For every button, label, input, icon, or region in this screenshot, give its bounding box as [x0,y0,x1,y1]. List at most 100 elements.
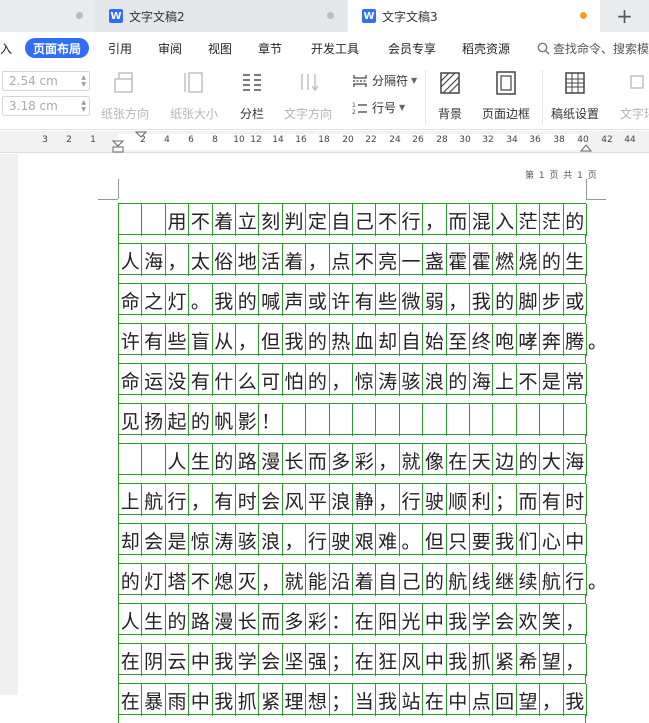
grid-cell: 会 [493,604,517,636]
grid-cell: 却 [119,524,143,556]
paper-size-button[interactable]: 纸张大小 [170,68,218,122]
grid-cell: 行 [166,484,190,516]
grid-margin-line [118,675,119,683]
grid-margin-line [585,595,586,603]
background-button[interactable]: 背景 [437,68,463,122]
grid-cell [517,404,541,436]
grid-cell: 而 [306,444,330,476]
grid-paper-settings-button[interactable]: 稿纸设置 [551,68,599,122]
grid-margin-line [585,475,586,483]
grid-cell: 咆 [493,324,517,356]
grid-cell: 边 [493,444,517,476]
grid-cell: 人 [119,604,143,636]
tab-close-dot[interactable] [76,12,83,19]
grid-cell: 静 [353,484,377,516]
grid-cell: 生 [142,604,166,636]
grid-cell: 影 [236,404,260,436]
breaks-button[interactable]: 分隔符 ▼ [352,72,417,89]
tab-document-2[interactable]: W 文字文稿2 [95,0,347,32]
tab-previous[interactable] [0,0,94,32]
grid-cell: 么 [236,364,260,396]
grid-cell: 或 [564,284,587,316]
ruler-number: 12 [250,135,262,145]
grid-cell: 着 [283,244,307,276]
menu-item-developer[interactable]: 开发工具 [311,38,359,58]
grid-margin-line [585,235,586,243]
ruler-number: 1 [90,135,96,145]
grid-cell: 时 [236,484,260,516]
horizontal-ruler[interactable]: 3 2 1 2 4 6 8 10 12 14 16 18 20 22 24 26 28 30 32 34 36 38 40 4… [0,131,649,153]
page-border-icon [496,71,516,95]
grid-cell: 风 [400,644,424,676]
grid-cell: 有 [189,364,213,396]
menu-item-chapter[interactable]: 章节 [258,38,282,58]
grid-cell: 上 [493,364,517,396]
text-wrap-button[interactable]: 文字环 [620,68,649,122]
grid-cell: 在 [119,644,143,676]
tab-close-dot[interactable] [327,12,334,19]
grid-cell: 我 [283,324,307,356]
grid-cell: 的 [564,204,587,236]
text-direction-button[interactable]: 文字方向 [284,68,332,122]
grid-cell: 但 [259,324,283,356]
grid-margin-line [118,315,119,323]
grid-cell: 哮 [517,324,541,356]
menu-item-references[interactable]: 引用 [108,38,132,58]
spin-arrows-icon[interactable]: ▲ ▼ [81,74,86,88]
grid-cell: 暴 [142,684,166,716]
command-search[interactable]: 查找命令、搜索模板 [537,38,649,58]
grid-band: 在暴雨中我抓紧理想；当我站在中点回望，我 [118,683,587,716]
grid-row: 的灯塔不熄灭，就能沿着自己的航线继续航行。 [118,563,607,603]
margin-top-field[interactable]: 2.54 cm ▲ ▼ [2,71,90,91]
grid-cell: 利 [470,484,494,516]
grid-cell: 而 [447,204,470,236]
grid-band: 上航行，有时会风平浪静，行驶顺利；而有时 [118,483,587,516]
manuscript-grid[interactable]: 用不着立刻判定自己不行，而混入茫茫的人海，太俗地活着，点不亮一盏霍霍燃烧的生命之… [118,203,607,723]
right-indent-marker-icon[interactable] [580,140,592,152]
menu-item-view[interactable]: 视图 [208,38,232,58]
menu-item-page-layout[interactable]: 页面布局 [25,38,90,58]
ruler-number: 26 [412,135,424,145]
margin-corner-mark [118,179,119,199]
grid-cell: ， [423,204,447,236]
grid-cell: 燃 [493,244,517,276]
grid-margin-line [585,435,586,443]
grid-cell: 。 [400,524,424,556]
menu-item-docer[interactable]: 稻壳资源 [462,38,510,58]
grid-cell: 起 [166,404,190,436]
spin-arrows-icon[interactable]: ▲ ▼ [81,99,86,113]
grid-cell: 骇 [400,364,424,396]
grid-cell [119,444,143,476]
grid-cell: 不 [376,204,400,236]
grid-cell: 长 [236,604,260,636]
grid-margin-line [585,555,586,563]
menu-item-membership[interactable]: 会员专享 [388,38,436,58]
tab-document-3[interactable]: W 文字文稿3 [348,0,600,32]
margin-bottom-value: 3.18 cm [9,99,58,113]
line-numbers-button[interactable]: 12 行号 ▼ [352,99,405,116]
page-border-button[interactable]: 页面边框 [482,68,530,122]
grid-cell: 涛 [213,524,236,556]
grid-cell: 的 [493,284,517,316]
margin-bottom-field[interactable]: 3.18 cm ▲ ▼ [2,96,90,116]
menu-item-insert[interactable]: 入 [0,38,12,58]
grid-cell: 学 [236,644,260,676]
grid-cell: 烧 [517,244,541,276]
grid-cell: 而 [259,604,283,636]
grid-cell: 帆 [213,404,236,436]
grid-cell: ， [540,684,564,716]
columns-button[interactable]: 分栏 [239,68,265,122]
new-tab-button[interactable]: + [600,0,649,32]
grid-cell: 步 [540,284,564,316]
grid-cell: 自 [400,324,424,356]
grid-cell: 自 [376,564,400,596]
overflow-punctuation: 。 [588,571,608,593]
first-line-indent-icon[interactable] [135,131,147,141]
grid-cell: 沿 [330,564,353,596]
indent-marker-icon[interactable] [112,131,124,153]
grid-cell: 在 [119,684,143,716]
grid-cell: 地 [236,244,260,276]
orientation-button[interactable]: 纸张方向 [101,68,149,122]
menu-item-review[interactable]: 审阅 [158,38,182,58]
grid-cell: 线 [470,564,494,596]
